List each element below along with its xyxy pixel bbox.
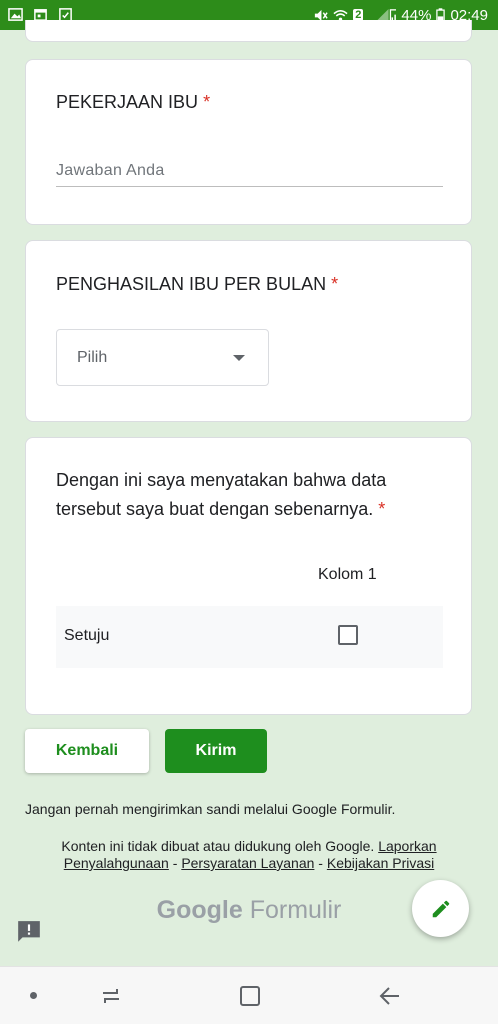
question-card-declaration: Dengan ini saya menyatakan bahwa data te… (25, 437, 472, 715)
image-icon (8, 8, 23, 21)
required-asterisk: * (378, 499, 386, 519)
recent-apps-icon[interactable] (98, 983, 124, 1009)
question-title: Dengan ini saya menyatakan bahwa data te… (56, 466, 456, 524)
brand-product: Formulir (249, 896, 342, 924)
android-nav-bar (0, 966, 498, 1024)
question-title: PEKERJAAN IBU * (56, 92, 210, 113)
previous-question-card (25, 20, 472, 42)
edit-icon (432, 900, 449, 917)
submit-button[interactable]: Kirim (165, 729, 267, 773)
feedback-icon[interactable] (16, 919, 42, 945)
required-asterisk: * (203, 92, 211, 112)
mother-job-input[interactable] (56, 156, 443, 187)
nav-indicator-dot (30, 992, 37, 999)
required-asterisk: * (331, 274, 339, 294)
question-title-text: PENGHASILAN IBU PER BULAN (56, 274, 327, 294)
question-title-text: Dengan ini saya menyatakan bahwa data te… (56, 470, 387, 519)
edit-fab-button[interactable] (412, 880, 469, 937)
terms-link[interactable]: Persyaratan Layanan (181, 855, 314, 871)
separator: - (314, 855, 327, 871)
back-icon[interactable] (377, 983, 403, 1009)
footer-disclaimer: Konten ini tidak dibuat atau didukung ol… (40, 838, 458, 872)
privacy-link[interactable]: Kebijakan Privasi (327, 855, 434, 871)
grid-column-header: Kolom 1 (318, 566, 377, 583)
agree-checkbox[interactable] (338, 625, 358, 645)
home-icon[interactable] (237, 983, 263, 1009)
question-card-mother-job: PEKERJAAN IBU * (25, 59, 472, 225)
dropdown-selected-value: Pilih (77, 349, 108, 366)
question-title-text: PEKERJAAN IBU (56, 92, 199, 112)
brand-google: Google (156, 896, 243, 924)
grid-row-setuju: Setuju (56, 606, 443, 668)
question-card-mother-income: PENGHASILAN IBU PER BULAN * Pilih (25, 240, 472, 422)
dropdown-arrow-icon (233, 355, 245, 361)
question-title: PENGHASILAN IBU PER BULAN * (56, 274, 338, 295)
grid-row-label: Setuju (64, 627, 110, 644)
disclaimer-text: Konten ini tidak dibuat atau didukung ol… (61, 838, 375, 854)
income-dropdown[interactable]: Pilih (56, 329, 269, 386)
back-button[interactable]: Kembali (25, 729, 149, 773)
separator: - (168, 855, 182, 871)
password-warning: Jangan pernah mengirimkan sandi melalui … (25, 801, 396, 817)
